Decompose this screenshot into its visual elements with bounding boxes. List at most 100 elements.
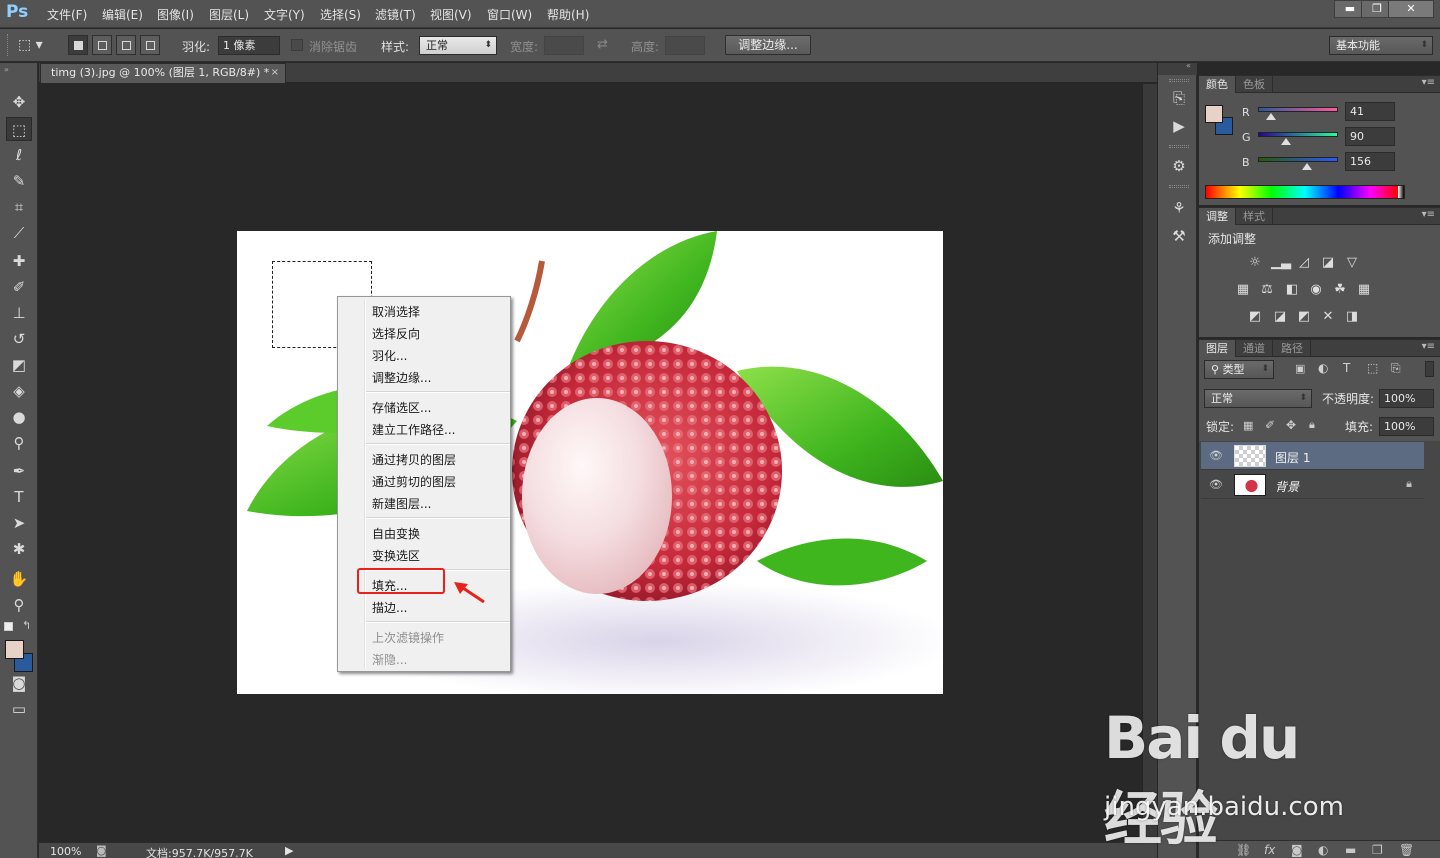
new-group-icon[interactable]: ▬ <box>1345 843 1356 857</box>
lock-transparent-icon[interactable]: ▦ <box>1243 419 1253 432</box>
lock-image-icon[interactable]: ✐ <box>1265 418 1275 432</box>
posterize-icon[interactable]: ◪ <box>1271 309 1289 325</box>
menu-layer-via-cut[interactable]: 通过剪切的图层 <box>372 473 456 490</box>
panel-menu-icon[interactable]: ▾≡ <box>1422 77 1435 88</box>
crop-tool-icon[interactable]: ⌗ <box>6 195 32 219</box>
healing-brush-tool-icon[interactable]: ✚ <box>6 249 32 273</box>
info-panel-icon[interactable]: ⚙ <box>1168 155 1190 177</box>
hand-tool-icon[interactable]: ✋ <box>6 567 32 591</box>
black-white-icon[interactable]: ◧ <box>1283 282 1301 298</box>
feather-input[interactable]: 1 像素 <box>218 36 280 55</box>
status-info-icon[interactable]: ◙ <box>96 844 107 857</box>
zoom-level[interactable]: 100% <box>50 845 81 858</box>
filter-toggle-switch[interactable] <box>1425 361 1434 377</box>
filter-shape-icon[interactable]: ⬚ <box>1367 361 1378 375</box>
filter-smart-object-icon[interactable]: ⎘ <box>1391 361 1401 376</box>
menu-type[interactable]: 文字(Y) <box>264 6 305 23</box>
height-input[interactable] <box>665 36 705 55</box>
eraser-tool-icon[interactable]: ◩ <box>6 353 32 377</box>
color-spectrum-ramp[interactable] <box>1205 185 1405 199</box>
b-value-input[interactable]: 156 <box>1345 152 1395 171</box>
menu-make-work-path[interactable]: 建立工作路径... <box>372 421 455 438</box>
filter-adjustment-icon[interactable]: ◐ <box>1318 361 1328 375</box>
exposure-icon[interactable]: ◪ <box>1319 255 1337 271</box>
menu-image[interactable]: 图像(I) <box>157 6 194 23</box>
delete-layer-icon[interactable]: 🗑︎ <box>1399 843 1414 857</box>
menu-save-selection[interactable]: 存储选区... <box>372 399 431 416</box>
color-lookup-icon[interactable]: ▦ <box>1355 282 1373 298</box>
tab-styles[interactable]: 样式 <box>1236 208 1273 225</box>
b-slider[interactable] <box>1258 157 1338 162</box>
new-selection-mode-button[interactable] <box>68 35 88 55</box>
layer-style-icon[interactable]: fx <box>1264 843 1275 857</box>
threshold-icon[interactable]: ◩ <box>1295 309 1313 325</box>
marquee-preset-icon[interactable]: ⬚ ▾ <box>18 35 58 55</box>
brightness-icon[interactable]: ☼ <box>1246 255 1264 271</box>
close-window-button[interactable]: ✕ <box>1388 0 1434 18</box>
menu-help[interactable]: 帮助(H) <box>547 6 589 23</box>
b-slider-thumb[interactable] <box>1301 163 1312 170</box>
history-brush-tool-icon[interactable]: ↺ <box>6 327 32 351</box>
r-slider[interactable] <box>1258 107 1338 112</box>
visibility-eye-icon[interactable]: 👁︎ <box>1209 478 1223 491</box>
width-input[interactable] <box>544 36 584 55</box>
gradient-map-icon[interactable]: ◨ <box>1343 309 1361 325</box>
tab-layers[interactable]: 图层 <box>1199 340 1236 357</box>
foreground-color-swatch[interactable] <box>5 640 24 659</box>
type-tool-icon[interactable]: T <box>6 485 32 509</box>
paint-bucket-tool-icon[interactable]: ◈ <box>6 379 32 403</box>
tab-swatches[interactable]: 色板 <box>1236 76 1273 93</box>
history-panel-icon[interactable]: ⎘ <box>1168 87 1190 109</box>
r-value-input[interactable]: 41 <box>1345 102 1395 121</box>
pen-tool-icon[interactable]: ✒ <box>6 459 32 483</box>
rectangular-marquee-tool-icon[interactable]: ⬚ <box>6 117 32 141</box>
clone-stamp-tool-icon[interactable]: ⊥ <box>6 301 32 325</box>
subtract-selection-mode-button[interactable] <box>116 35 136 55</box>
channel-mixer-icon[interactable]: ☘ <box>1331 282 1349 298</box>
blend-mode-select[interactable]: 正常 <box>1204 389 1312 408</box>
swap-dimensions-icon[interactable]: ⇄ <box>597 37 608 52</box>
visibility-eye-icon[interactable]: 👁︎ <box>1209 449 1223 462</box>
menu-transform-selection[interactable]: 变换选区 <box>372 547 420 564</box>
menu-deselect[interactable]: 取消选择 <box>372 303 420 320</box>
g-slider-thumb[interactable] <box>1281 138 1292 145</box>
menu-window[interactable]: 窗口(W) <box>487 6 532 23</box>
layer-name[interactable]: 图层 1 <box>1275 449 1310 466</box>
dodge-tool-icon[interactable]: ⚲ <box>6 431 32 455</box>
filter-pixel-icon[interactable]: ▣ <box>1295 362 1305 375</box>
hue-saturation-icon[interactable]: ▦ <box>1234 282 1252 298</box>
lasso-tool-icon[interactable]: ℓ <box>6 143 32 167</box>
panel-menu-icon[interactable]: ▾≡ <box>1422 209 1435 220</box>
brush-presets-icon[interactable]: ⚘ <box>1168 197 1190 219</box>
menu-layer[interactable]: 图层(L) <box>209 6 249 23</box>
curves-icon[interactable]: ◿ <box>1295 255 1313 271</box>
menu-free-transform[interactable]: 自由变换 <box>372 525 420 542</box>
g-value-input[interactable]: 90 <box>1345 127 1395 146</box>
color-foreground-swatch[interactable] <box>1205 105 1223 123</box>
actions-panel-icon[interactable]: ▶ <box>1168 115 1190 137</box>
menu-refine-edge[interactable]: 调整边缘... <box>372 369 431 386</box>
add-mask-icon[interactable]: ◙ <box>1291 843 1303 857</box>
panel-collapse-icon[interactable]: » <box>4 65 9 74</box>
vibrance-icon[interactable]: ▽ <box>1343 255 1361 271</box>
levels-icon[interactable]: ▁▃ <box>1271 255 1291 271</box>
workspace-select[interactable]: 基本功能 <box>1329 36 1433 55</box>
menu-stroke[interactable]: 描边... <box>372 599 407 616</box>
menu-view[interactable]: 视图(V) <box>430 6 472 23</box>
tab-adjustments[interactable]: 调整 <box>1199 208 1236 225</box>
status-menu-arrow-icon[interactable]: ▶ <box>285 844 293 857</box>
brush-tool-icon[interactable]: ✐ <box>6 275 32 299</box>
filter-type-icon[interactable]: T <box>1343 361 1350 375</box>
tab-channels[interactable]: 通道 <box>1236 340 1273 357</box>
lock-position-icon[interactable]: ✥ <box>1286 418 1296 432</box>
antialias-checkbox[interactable] <box>291 39 303 51</box>
selective-color-icon[interactable]: ✕ <box>1319 309 1337 325</box>
tab-color[interactable]: 颜色 <box>1199 76 1236 93</box>
lock-all-icon[interactable]: 🔒︎ <box>1309 418 1315 432</box>
menu-layer-via-copy[interactable]: 通过拷贝的图层 <box>372 451 456 468</box>
menu-feather[interactable]: 羽化... <box>372 347 407 364</box>
refine-edge-button[interactable]: 调整边缘... <box>725 35 811 55</box>
layer-row[interactable]: 👁︎ 图层 1 <box>1201 442 1424 470</box>
screen-mode-icon[interactable]: ▭ <box>6 697 32 721</box>
menu-filter[interactable]: 滤镜(T) <box>375 6 416 23</box>
